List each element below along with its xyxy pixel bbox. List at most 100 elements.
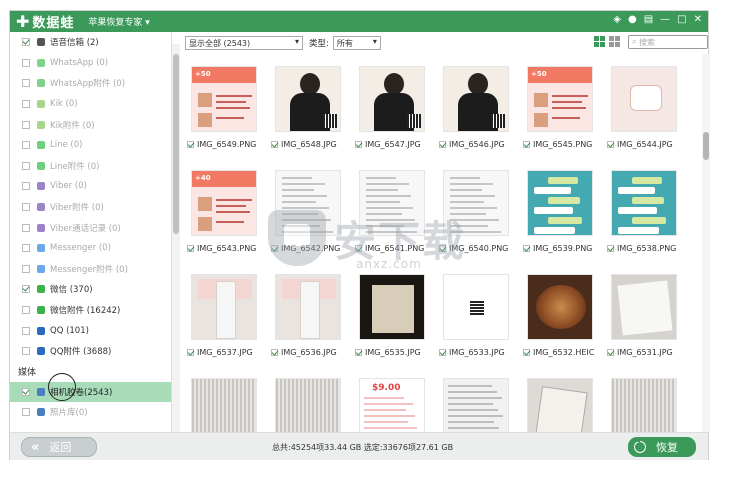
sidebar-scrollbar-thumb[interactable] (173, 54, 179, 234)
sidebar-item[interactable]: Messenger附件 (0) (10, 259, 171, 280)
photo-item[interactable]: IMG_6535.JPG (355, 266, 438, 370)
photo-checkbox[interactable] (523, 141, 530, 148)
photo-checkbox[interactable] (523, 245, 530, 252)
sidebar-item[interactable]: 语音信箱 (2) (10, 32, 171, 53)
chat-icon[interactable]: ● (628, 14, 637, 25)
sidebar-item-checkbox[interactable] (22, 387, 30, 396)
photo-item[interactable]: IMG_6541.PNG (355, 162, 438, 266)
back-button[interactable]: « 返回 (21, 437, 97, 457)
diamond-icon[interactable]: ◈ (613, 14, 621, 25)
sidebar-item-checkbox[interactable] (22, 120, 30, 129)
photo-thumbnail[interactable] (527, 274, 593, 340)
photo-thumbnail[interactable] (275, 274, 341, 340)
photo-thumbnail[interactable] (275, 170, 341, 236)
sidebar-item-checkbox[interactable] (22, 326, 30, 335)
photo-checkbox[interactable] (607, 245, 614, 252)
photo-thumbnail[interactable] (611, 274, 677, 340)
photo-item[interactable]: IMG_6536.JPG (271, 266, 354, 370)
photo-checkbox[interactable] (271, 245, 278, 252)
photo-thumbnail[interactable] (611, 66, 677, 132)
photo-item[interactable]: IMG_6531.JPG (607, 266, 690, 370)
sidebar-item-checkbox[interactable] (22, 306, 30, 315)
photo-checkbox[interactable] (187, 349, 194, 356)
menu-icon[interactable]: ▤ (644, 14, 653, 25)
photo-item[interactable]: IMG_6542.PNG (271, 162, 354, 266)
photo-thumbnail[interactable]: +50 (527, 66, 593, 132)
minimize-icon[interactable]: — (660, 14, 670, 25)
sidebar-item-checkbox[interactable] (22, 244, 30, 253)
sidebar-item[interactable]: QQ (101) (10, 320, 171, 341)
photo-checkbox[interactable] (607, 349, 614, 356)
sidebar-item[interactable]: 照片库(0) (10, 402, 171, 423)
sidebar-item[interactable]: 相机胶卷(2543) (10, 381, 171, 403)
sidebar-item[interactable]: Viber附件 (0) (10, 197, 171, 218)
photo-item[interactable]: IMG_6538.PNG (607, 162, 690, 266)
sidebar-item-checkbox[interactable] (22, 141, 30, 150)
photo-thumbnail[interactable] (527, 170, 593, 236)
type-select[interactable]: 所有 (332, 36, 381, 50)
photo-thumbnail[interactable] (443, 66, 509, 132)
photo-item[interactable]: IMG_6540.PNG (439, 162, 522, 266)
photo-checkbox[interactable] (355, 349, 362, 356)
sidebar-item-checkbox[interactable] (22, 264, 30, 273)
grid-scrollbar-thumb[interactable] (703, 132, 709, 160)
sidebar-item[interactable]: Line (0) (10, 135, 171, 156)
sidebar-item-checkbox[interactable] (22, 58, 30, 67)
photo-checkbox[interactable] (187, 245, 194, 252)
photo-checkbox[interactable] (607, 141, 614, 148)
sidebar-item[interactable]: WhatsApp附件 (0) (10, 73, 171, 94)
maximize-icon[interactable]: □ (677, 14, 686, 25)
sidebar-item-checkbox[interactable] (22, 100, 30, 109)
photo-checkbox[interactable] (271, 349, 278, 356)
sidebar-item[interactable]: Messenger (0) (10, 238, 171, 259)
photo-item[interactable]: +50 IMG_6545.PNG (523, 58, 606, 162)
sidebar-item-checkbox[interactable] (22, 203, 30, 212)
grid-view-icon[interactable] (594, 36, 605, 47)
photo-thumbnail[interactable] (443, 170, 509, 236)
sidebar-item-checkbox[interactable] (22, 79, 30, 88)
photo-thumbnail[interactable] (443, 274, 509, 340)
photo-checkbox[interactable] (439, 245, 446, 252)
sidebar-item[interactable]: 微信 (370) (10, 279, 171, 300)
photo-thumbnail[interactable] (275, 66, 341, 132)
photo-item[interactable]: IMG_6533.JPG (439, 266, 522, 370)
sidebar-item-checkbox[interactable] (22, 347, 30, 356)
photo-thumbnail[interactable]: +50 (191, 66, 257, 132)
photo-checkbox[interactable] (355, 245, 362, 252)
sidebar-item[interactable]: Viber通话记录 (0) (10, 217, 171, 238)
photo-item[interactable]: IMG_6544.JPG (607, 58, 690, 162)
sidebar-item-checkbox[interactable] (22, 408, 30, 417)
photo-item[interactable]: IMG_6532.HEIC (523, 266, 606, 370)
sidebar-item-checkbox[interactable] (22, 285, 30, 294)
photo-thumbnail[interactable] (611, 170, 677, 236)
sidebar-item[interactable]: Kik (0) (10, 94, 171, 115)
sidebar-item[interactable]: Line附件 (0) (10, 156, 171, 177)
photo-checkbox[interactable] (187, 141, 194, 148)
photo-checkbox[interactable] (271, 141, 278, 148)
sidebar-item-checkbox[interactable] (22, 223, 30, 232)
photo-thumbnail[interactable] (359, 170, 425, 236)
photo-thumbnail[interactable] (191, 274, 257, 340)
photo-thumbnail[interactable] (359, 66, 425, 132)
list-view-icon[interactable] (609, 36, 620, 47)
photo-thumbnail[interactable]: +40 (191, 170, 257, 236)
photo-thumbnail[interactable] (359, 274, 425, 340)
grid-scrollbar[interactable] (702, 54, 710, 432)
sidebar-item-checkbox[interactable] (22, 38, 30, 47)
photo-item[interactable]: +50 IMG_6549.PNG (187, 58, 270, 162)
photo-item[interactable]: IMG_6546.JPG (439, 58, 522, 162)
photo-item[interactable]: IMG_6537.JPG (187, 266, 270, 370)
sidebar-item[interactable]: 微信附件 (16242) (10, 300, 171, 321)
photo-checkbox[interactable] (355, 141, 362, 148)
sidebar-item[interactable]: WhatsApp (0) (10, 53, 171, 74)
photo-item[interactable]: IMG_6548.JPG (271, 58, 354, 162)
sidebar-item[interactable]: QQ附件 (3688) (10, 341, 171, 362)
product-selector[interactable]: 苹果恢复专家 ▾ (88, 15, 149, 28)
close-icon[interactable]: ✕ (694, 14, 702, 25)
search-input[interactable]: ⌕ 搜索 (628, 35, 708, 49)
photo-item[interactable]: IMG_6539.PNG (523, 162, 606, 266)
sidebar-scrollbar[interactable] (172, 44, 180, 434)
sidebar-item[interactable]: Viber (0) (10, 176, 171, 197)
photo-checkbox[interactable] (439, 141, 446, 148)
photo-checkbox[interactable] (439, 349, 446, 356)
